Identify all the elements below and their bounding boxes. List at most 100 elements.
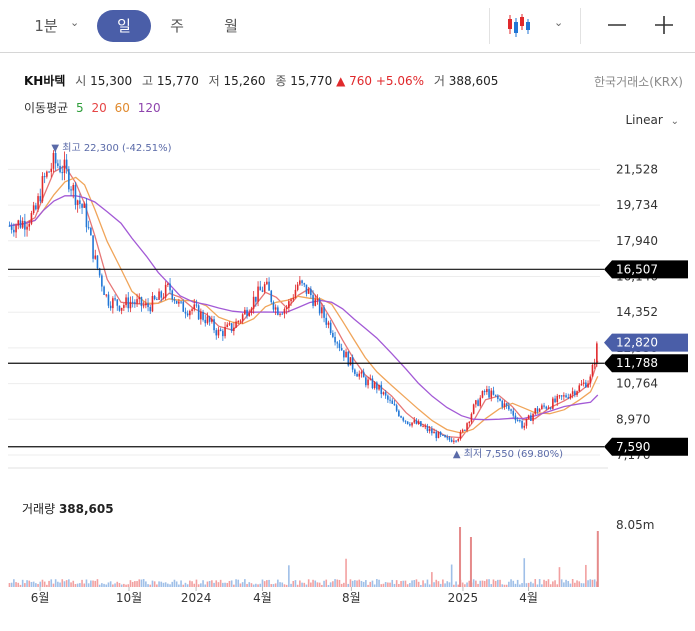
candle-body (186, 313, 189, 316)
volume-bar (28, 580, 31, 587)
volume-bar (30, 581, 33, 587)
volume-bar (413, 580, 416, 587)
x-tick-label: 4월 (253, 591, 272, 605)
candle-body (303, 283, 306, 285)
candle-body (413, 420, 416, 423)
candle-body (248, 313, 251, 317)
volume-bar (195, 579, 198, 587)
volume-bar (321, 584, 323, 587)
candle-body (10, 225, 13, 230)
volume-bar (417, 581, 420, 587)
candle-body (21, 220, 24, 228)
candle-body (52, 152, 55, 169)
candle-body (450, 439, 453, 442)
candle-body (94, 255, 97, 259)
candle-body (206, 316, 209, 324)
candle-body (367, 379, 369, 386)
volume-bar (538, 579, 541, 587)
volume-bar (233, 584, 235, 587)
volume-bar (83, 583, 86, 587)
volume-bar (193, 583, 196, 587)
volume-bar (468, 580, 471, 587)
volume-bar (26, 580, 28, 587)
candle-body (189, 310, 191, 316)
volume-bar (505, 584, 508, 587)
candle-body (103, 286, 105, 295)
candle-body (54, 152, 57, 164)
candle-body (376, 382, 378, 390)
candle-body (411, 422, 413, 426)
volume-bar (307, 579, 310, 587)
candle-body (173, 299, 176, 301)
candle-body (415, 420, 418, 425)
volume-bar (8, 583, 11, 587)
volume-bar (514, 583, 517, 587)
candle-body (571, 391, 574, 395)
candle-body (505, 403, 508, 406)
volume-bar (224, 582, 226, 587)
volume-bar (365, 580, 367, 587)
candle-body (428, 429, 431, 432)
volume-bar (178, 584, 180, 587)
volume-panel-label: 거래량 388,605 (22, 502, 114, 516)
candle-body (483, 391, 486, 393)
candle-body (380, 384, 383, 395)
candle-body (158, 291, 160, 300)
candle-body (169, 283, 171, 291)
price-chart[interactable]: 21,52819,73417,94016,14614,35212,55810,7… (0, 0, 695, 631)
volume-bar (395, 580, 398, 587)
volume-bar (472, 579, 475, 587)
volume-bar (279, 582, 281, 587)
volume-bar (384, 582, 387, 587)
volume-bar (235, 579, 237, 587)
volume-bar (200, 583, 202, 587)
volume-bar (536, 584, 539, 587)
volume-bar (169, 584, 171, 587)
candle-body (228, 323, 231, 325)
volume-bar (435, 579, 438, 587)
volume-bar (450, 564, 453, 587)
candle-body (83, 203, 86, 208)
volume-bar (444, 583, 446, 587)
candle-body (576, 391, 578, 396)
candle-body (217, 329, 220, 336)
candle-body (523, 425, 526, 428)
volume-bar (576, 580, 578, 587)
volume-bar (461, 582, 464, 587)
volume-bar (272, 584, 275, 587)
volume-bar (136, 581, 138, 587)
candle-body (395, 405, 398, 411)
volume-bar (325, 579, 328, 587)
candle-body (426, 426, 429, 432)
candle-body (448, 437, 451, 440)
volume-bar (314, 580, 317, 587)
candle-body (244, 309, 246, 315)
volume-bar (571, 579, 574, 587)
volume-bar (114, 583, 116, 587)
volume-bar (138, 579, 141, 587)
candle-body (164, 284, 167, 298)
volume-bar (52, 583, 55, 587)
volume-bar (76, 583, 79, 587)
volume-bar (371, 580, 374, 587)
volume-bar (59, 582, 61, 587)
volume-bar (431, 572, 433, 587)
volume-bar (446, 581, 449, 587)
volume-bar (563, 582, 565, 587)
volume-bar (338, 579, 341, 587)
candle-body (556, 395, 559, 403)
candle-body (444, 435, 446, 438)
volume-bar (541, 584, 543, 587)
candle-body (453, 440, 455, 442)
candle-body (464, 429, 466, 431)
volume-bar (274, 583, 277, 587)
volume-bar (186, 584, 189, 587)
candle-body (105, 294, 108, 296)
candle-body (525, 418, 528, 426)
volume-bar (94, 580, 97, 587)
volume-bar (558, 567, 561, 587)
volume-bar (510, 579, 512, 587)
candle-body (340, 347, 343, 351)
candle-body (503, 403, 506, 407)
volume-bar (545, 580, 548, 587)
